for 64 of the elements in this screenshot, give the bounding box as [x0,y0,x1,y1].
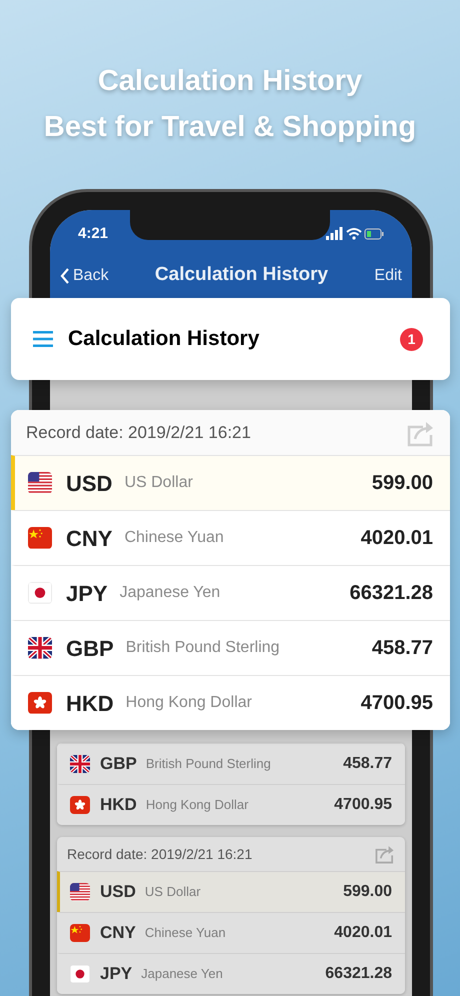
currency-name: British Pound Sterling [126,638,280,658]
currency-row[interactable]: JPY Japanese Yen 66321.28 [11,565,450,620]
currency-code: USD [100,881,136,904]
amount: 66321.28 [325,964,392,984]
headline: Calculation History [98,64,362,99]
currency-code: USD [66,470,112,498]
currency-code: GBP [66,634,114,662]
amount: 599.00 [372,471,433,496]
currency-row[interactable]: USD US Dollar 599.00 [57,871,405,912]
nav-title: Calculation History [154,263,328,288]
currency-row[interactable]: USD US Dollar 599.00 [11,455,450,510]
currency-code: CNY [100,922,136,944]
currency-code: JPY [66,580,108,608]
amount: 4700.95 [334,795,392,815]
chevron-left-icon [60,266,70,284]
currency-name: Chinese Yuan [144,924,226,942]
currency-row[interactable]: CNY Chinese Yuan 4020.01 [57,912,405,953]
flag-icon [70,965,90,983]
currency-code: HKD [66,690,114,718]
amount: 4020.01 [334,923,392,943]
currency-name: US Dollar [144,883,201,902]
amount: 599.00 [343,882,392,902]
flag-icon [28,472,52,494]
amount: 458.77 [343,754,392,774]
flag-icon [70,924,90,942]
status-time: 4:21 [78,224,108,244]
amount: 4020.01 [360,526,433,551]
currency-row[interactable]: HKD Hong Kong Dollar 4700.95 [57,784,405,825]
count-badge: 1 [400,328,423,350]
currency-name: Japanese Yen [120,583,220,603]
currency-row[interactable]: GBP British Pound Sterling 458.77 [57,743,405,784]
currency-code: JPY [100,963,132,986]
flag-icon [28,637,52,659]
back-button[interactable]: Back [60,264,109,288]
currency-row[interactable]: GBP British Pound Sterling 458.77 [11,620,450,675]
menu-icon[interactable] [33,330,53,348]
currency-code: CNY [66,524,112,552]
currency-row[interactable]: HKD Hong Kong Dollar 4700.95 [11,675,450,730]
currency-name: British Pound Sterling [146,755,271,774]
amount: 458.77 [372,636,433,661]
flag-icon [28,692,52,714]
headline: Best for Travel & Shopping [44,110,416,145]
status-icons [326,227,384,241]
currency-row[interactable]: JPY Japanese Yen 66321.28 [57,953,405,994]
currency-name: Hong Kong Dollar [146,796,248,814]
currency-code: GBP [100,753,137,776]
flag-icon [70,883,90,901]
share-icon[interactable] [375,844,395,864]
record-date: Record date: 2019/2/21 16:21 [67,844,252,864]
card-title: Calculation History [68,326,260,352]
currency-name: Japanese Yen [141,965,223,984]
currency-row[interactable]: CNY Chinese Yuan 4020.01 [11,510,450,565]
edit-button[interactable]: Edit [374,264,402,288]
currency-code: HKD [100,794,137,816]
flag-icon [70,755,90,773]
currency-name: US Dollar [124,473,193,493]
currency-name: Hong Kong Dollar [126,693,252,713]
flag-icon [70,796,90,814]
currency-name: Chinese Yuan [124,528,224,548]
flag-icon [28,527,52,549]
amount: 66321.28 [350,581,433,606]
amount: 4700.95 [360,691,433,716]
record-date: Record date: 2019/2/21 16:21 [26,422,251,444]
flag-icon [28,582,52,604]
